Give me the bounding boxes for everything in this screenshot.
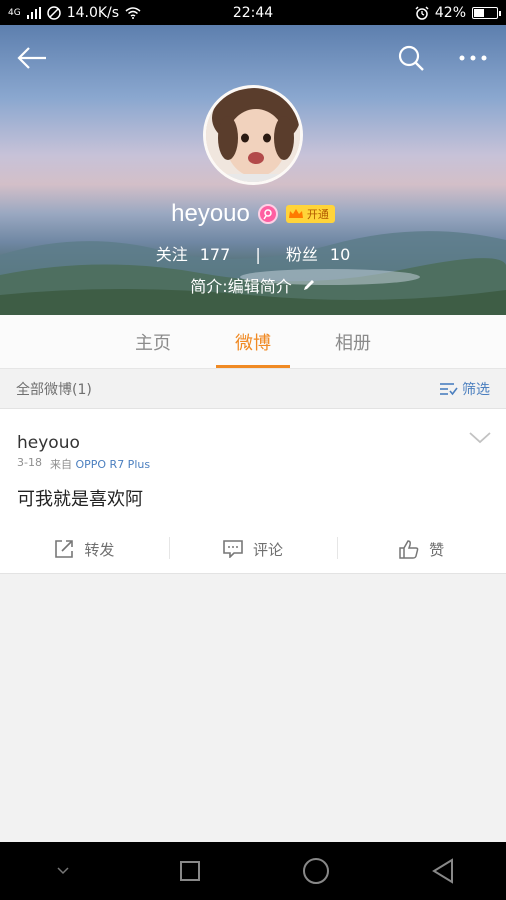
pencil-icon <box>303 280 314 290</box>
signal-icon <box>26 6 41 19</box>
crown-icon <box>288 209 303 218</box>
network-label: 4G <box>8 7 21 18</box>
triangle-back-icon <box>431 858 453 884</box>
post-actions: 转发 评论 赞 <box>0 534 506 564</box>
profile-stats: 关注 177 | 粉丝 10 <box>0 241 506 265</box>
stats-separator: | <box>255 245 261 264</box>
square-icon <box>179 861 200 881</box>
battery-level <box>474 8 485 17</box>
nav-home-button[interactable] <box>298 853 334 889</box>
nav-recents-button[interactable] <box>172 853 208 889</box>
fans-label[interactable]: 粉丝 <box>286 245 318 264</box>
bio-text: 简介:编辑简介 <box>190 277 292 296</box>
network-speed: 14.0K/s <box>66 4 120 21</box>
more-dots-icon <box>459 55 487 61</box>
post-card[interactable]: heyouo 3-18 来自 OPPO R7 Plus 可我就是喜欢阿 转发 评… <box>0 409 506 574</box>
all-weibo-count: 全部微博(1) <box>16 381 92 398</box>
post-from-label: 来自 <box>49 458 72 471</box>
tab-weibo[interactable]: 微博 <box>203 315 303 368</box>
vip-open-label: 开通 <box>306 208 329 221</box>
filter-icon <box>440 382 458 395</box>
battery-icon <box>472 6 501 19</box>
repost-icon <box>55 540 74 558</box>
comment-button[interactable]: 评论 <box>168 534 338 564</box>
post-text: 可我就是喜欢阿 <box>17 489 143 510</box>
back-arrow-icon <box>17 47 46 69</box>
filter-button[interactable]: 筛选 <box>440 379 490 399</box>
like-icon <box>399 540 419 559</box>
like-button[interactable]: 赞 <box>337 534 506 564</box>
chevron-down-icon <box>57 867 69 875</box>
post-author[interactable]: heyouo <box>17 433 80 453</box>
avatar[interactable] <box>203 85 303 185</box>
battery-percent: 42% <box>434 4 466 21</box>
comment-icon <box>223 540 243 558</box>
comment-label: 评论 <box>253 540 284 559</box>
like-label: 赞 <box>429 540 445 559</box>
member-badge-icon[interactable] <box>257 204 278 224</box>
follow-label[interactable]: 关注 <box>156 245 188 264</box>
post-date: 3-18 <box>17 456 42 469</box>
back-button[interactable] <box>17 43 47 73</box>
chevron-down-icon[interactable] <box>468 429 492 447</box>
no-sim-icon <box>46 5 61 20</box>
repost-label: 转发 <box>84 540 115 559</box>
filter-bar: 全部微博(1) 筛选 <box>0 369 506 409</box>
repost-button[interactable]: 转发 <box>0 534 169 564</box>
tab-album[interactable]: 相册 <box>303 315 403 368</box>
post-source[interactable]: OPPO R7 Plus <box>75 458 150 471</box>
search-icon <box>398 45 424 71</box>
filter-label: 筛选 <box>462 381 490 398</box>
circle-icon <box>303 858 330 884</box>
alarm-icon <box>415 5 429 20</box>
nickname: heyouo <box>171 200 250 227</box>
profile-header: heyouo 开通 关注 177 | 粉丝 10 简介:编辑简介 <box>0 25 506 315</box>
nav-hide-button[interactable] <box>45 853 81 889</box>
vip-open-badge[interactable]: 开通 <box>285 205 335 223</box>
tab-home[interactable]: 主页 <box>103 315 203 368</box>
more-button[interactable] <box>458 43 488 73</box>
status-bar: 4G 14.0K/s 22:44 42% <box>0 0 506 25</box>
fans-count[interactable]: 10 <box>330 245 350 264</box>
system-nav-bar <box>0 842 506 900</box>
bio-row[interactable]: 简介:编辑简介 <box>0 273 506 297</box>
post-meta: 3-18 来自 OPPO R7 Plus <box>17 456 150 472</box>
profile-tabs: 主页 微博 相册 <box>0 315 506 369</box>
avatar-image <box>206 88 300 182</box>
nickname-row: heyouo 开通 <box>0 200 506 228</box>
wifi-icon <box>125 6 141 19</box>
search-button[interactable] <box>396 43 426 73</box>
follow-count[interactable]: 177 <box>200 245 231 264</box>
nav-back-button[interactable] <box>425 853 461 889</box>
